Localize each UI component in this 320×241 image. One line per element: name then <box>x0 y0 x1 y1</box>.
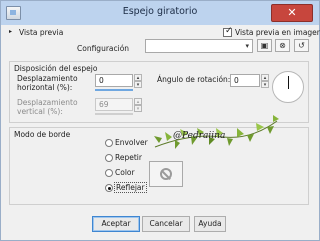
radio-envolver-label[interactable]: Envolver <box>115 138 148 147</box>
preset-dropdown[interactable]: ▾ <box>145 39 253 53</box>
color-swatch[interactable] <box>149 161 183 187</box>
dialog-window: Espejo giratorio ✕ ▸ Vista previa ✓ Vist… <box>0 0 320 241</box>
desp-horizontal-slider[interactable] <box>95 89 133 91</box>
check-icon: ✓ <box>225 26 233 36</box>
angulo-up-button[interactable]: ▴ <box>261 74 269 81</box>
aceptar-button[interactable]: Aceptar <box>92 216 140 232</box>
title-bar[interactable]: Espejo giratorio ✕ <box>1 1 319 25</box>
desp-horizontal-down-button[interactable]: ▾ <box>134 81 142 88</box>
watermark-signature: @Pedraiina <box>173 131 226 141</box>
radio-envolver[interactable] <box>105 139 113 147</box>
desp-vertical-slider[interactable] <box>95 113 133 115</box>
save-icon: ▣ <box>260 41 269 50</box>
rotation-dial[interactable] <box>272 71 304 103</box>
radio-reflejar-label[interactable]: Reflejar <box>114 182 147 193</box>
desp-vertical-value: 69 <box>99 100 109 109</box>
espejo-group-title: Disposición del espejo <box>14 64 98 73</box>
desp-vertical-up-button[interactable]: ▴ <box>134 98 142 105</box>
desp-vertical-label: Desplazamiento vertical (%): <box>17 98 78 116</box>
save-preset-button[interactable]: ▣ <box>257 39 272 52</box>
desp-horizontal-label: Desplazamiento horizontal (%): <box>17 74 78 92</box>
angulo-value: 0 <box>234 76 239 85</box>
spin-down-icon: ▾ <box>136 82 140 88</box>
angulo-input[interactable]: 0 <box>230 74 260 87</box>
borde-group-title: Modo de borde <box>14 130 71 139</box>
configuracion-label: Configuración <box>77 44 130 53</box>
delete-icon: ⊗ <box>279 41 286 50</box>
radio-color-label[interactable]: Color <box>115 168 135 177</box>
reset-button[interactable]: ↺ <box>294 39 309 52</box>
vista-previa-imagen-checkbox[interactable]: ✓ <box>223 26 233 37</box>
angulo-label: Ángulo de rotación: <box>157 75 231 84</box>
delete-preset-button[interactable]: ⊗ <box>275 39 290 52</box>
angulo-down-button[interactable]: ▾ <box>261 81 269 88</box>
desp-horizontal-input[interactable]: 0 <box>95 74 133 87</box>
radio-repetir[interactable] <box>105 154 113 162</box>
reset-icon: ↺ <box>298 41 305 50</box>
chevron-down-icon: ▾ <box>245 42 249 50</box>
close-button[interactable]: ✕ <box>271 4 313 22</box>
radio-reflejar[interactable] <box>105 184 113 192</box>
spin-down-icon: ▾ <box>263 82 267 88</box>
radio-color[interactable] <box>105 169 113 177</box>
desp-vertical-input[interactable]: 69 <box>95 98 133 111</box>
cancelar-button[interactable]: Cancelar <box>142 216 190 232</box>
spin-down-icon: ▾ <box>136 106 140 112</box>
desp-horizontal-value: 0 <box>99 76 104 85</box>
desp-horizontal-up-button[interactable]: ▴ <box>134 74 142 81</box>
radio-repetir-label[interactable]: Repetir <box>115 153 142 162</box>
vista-previa-imagen-label[interactable]: Vista previa en imagen <box>235 28 320 37</box>
expand-arrow-icon[interactable]: ▸ <box>9 28 12 35</box>
desp-vertical-down-button[interactable]: ▾ <box>134 105 142 112</box>
no-color-icon <box>160 168 172 180</box>
dial-needle <box>287 76 289 89</box>
ayuda-button[interactable]: Ayuda <box>194 216 226 232</box>
vista-previa-label[interactable]: Vista previa <box>19 28 63 37</box>
